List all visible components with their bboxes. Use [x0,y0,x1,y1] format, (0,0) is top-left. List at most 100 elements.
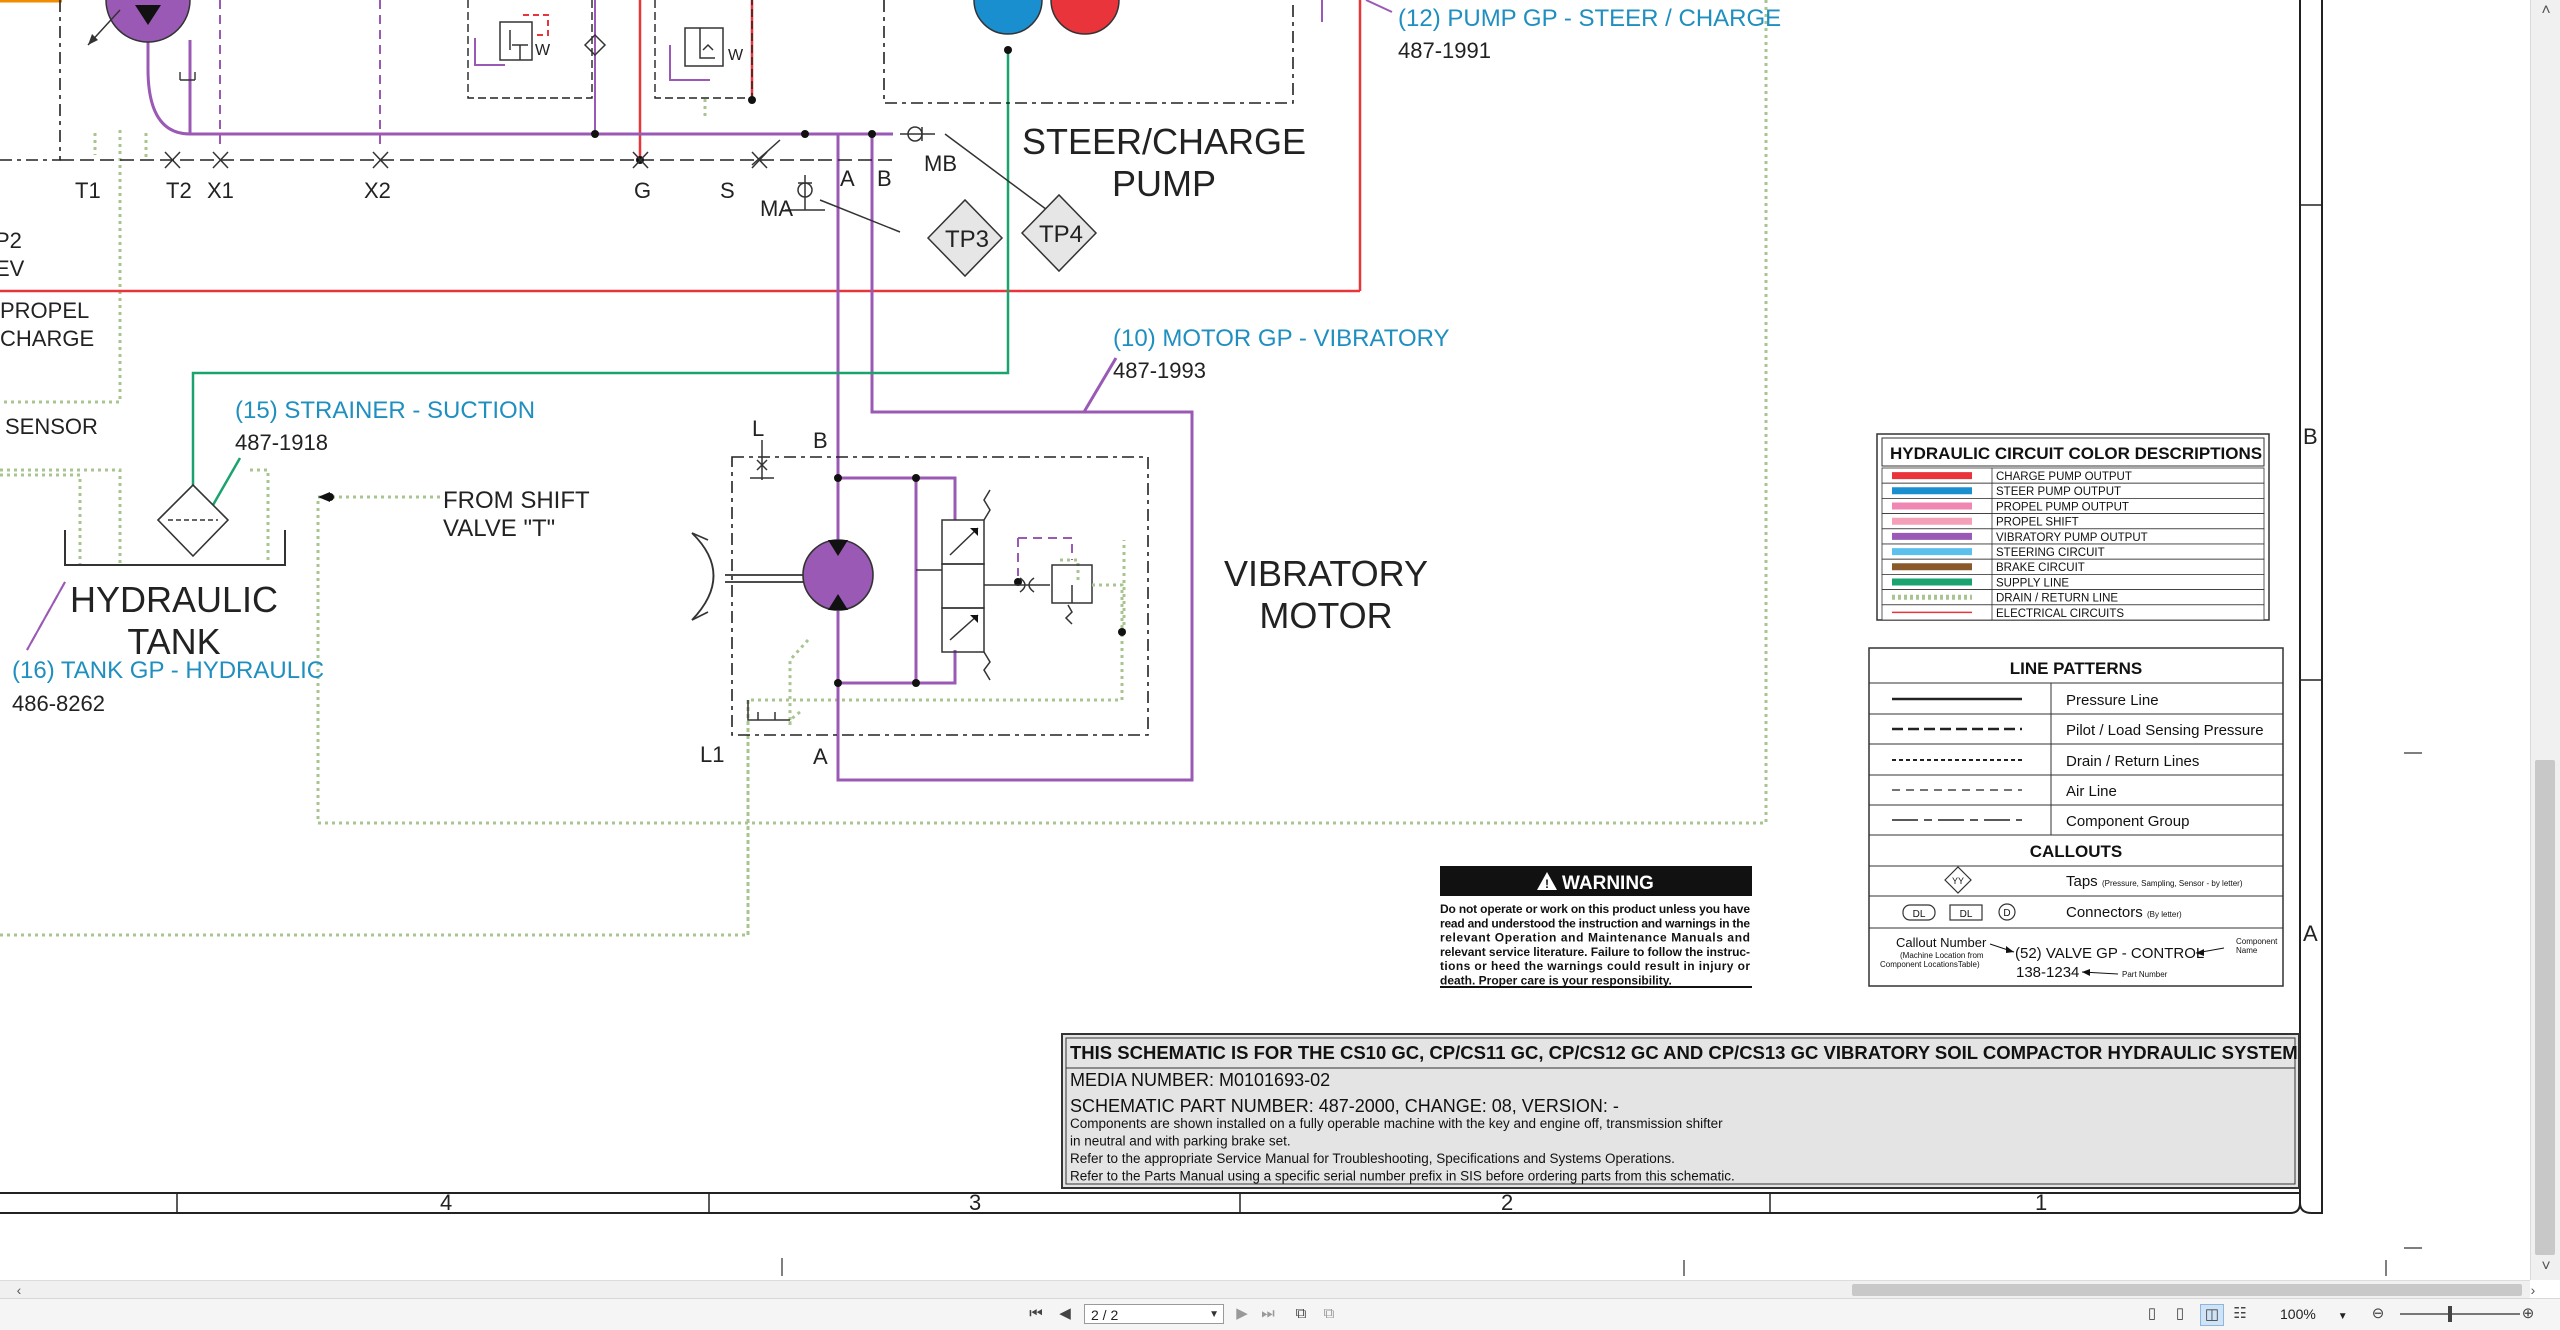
legend-label: SUPPLY LINE [1996,577,2069,589]
legend-label: ELECTRICAL CIRCUITS [1996,608,2124,620]
label-b: B [877,166,892,191]
scroll-left-icon[interactable]: ‹ [10,1281,28,1299]
zoom-slider[interactable] [2400,1313,2520,1315]
pattern-drain: Drain / Return Lines [2066,753,2199,770]
page-select[interactable]: 2 / 2 ▼ [1084,1304,1224,1324]
hydraulic-tank-title-2: TANK [127,621,220,662]
warning-box: ! WARNING Do not operate or work on this… [1440,866,1752,988]
zoom-select[interactable]: 100% ▼ [2280,1304,2360,1324]
connector-dl-1: DL [1913,909,1926,920]
spread-icon[interactable]: ☷ [2230,1304,2250,1324]
rotate-icon[interactable]: ⧉ [1318,1304,1340,1324]
label-p2: P2 [0,228,22,253]
legend-label: DRAIN / RETURN LINE [1996,593,2118,605]
callout-motor-gp-pn: 487-1993 [1113,358,1206,383]
connector-dl-2: DL [1960,909,1973,920]
taps-symbol-text: YY [1952,876,1964,886]
pattern-pilot: Pilot / Load Sensing Pressure [2066,722,2264,739]
single-page-icon[interactable]: ▯ [2142,1304,2162,1324]
horizontal-scrollbar[interactable]: ‹ › [0,1280,2535,1299]
label-s: S [720,178,735,203]
taps-note: (Pressure, Sampling, Sensor - by letter) [2102,879,2243,888]
page-select-value: 2 / 2 [1091,1307,1119,1323]
legend-label: PROPEL SHIFT [1996,517,2079,529]
title-note: Refer to the appropriate Service Manual … [1070,1151,1675,1166]
zoom-slider-knob[interactable] [2448,1306,2452,1322]
tap-tp4: TP4 [1039,221,1083,248]
callout-pump-gp: (12) PUMP GP - STEER / CHARGE [1398,5,1781,32]
color-legend-title: HYDRAULIC CIRCUIT COLOR DESCRIPTIONS [1890,444,2262,463]
legend-label: PROPEL PUMP OUTPUT [1996,501,2129,513]
border-row-a: A [2303,921,2318,946]
label-t2: T2 [166,178,192,203]
border-row-b: B [2303,424,2318,449]
vibratory-motor-title-1: VIBRATORY [1224,553,1428,594]
viewer-toolbar: ⏮ ◀ 2 / 2 ▼ ▶ ⏭ ⧉ ⧉ ▯ ▯ ◫ ☷ 100% ▼ ⊖ ⊕ [0,1298,2560,1330]
vertical-scroll-thumb[interactable] [2535,760,2555,1255]
line-patterns-title: LINE PATTERNS [2010,659,2143,678]
connector-d: D [2003,908,2010,919]
warning-line: relevant Operation and Maintenance Manua… [1440,931,1750,945]
warning-title: WARNING [1562,873,1654,894]
pattern-pressure: Pressure Line [2066,692,2159,709]
taps-label: Taps [2066,873,2098,890]
callouts-title: CALLOUTS [2030,842,2123,861]
title-part: SCHEMATIC PART NUMBER: 487-2000, CHANGE:… [1070,1096,1619,1116]
vibratory-motor-title-2: MOTOR [1259,595,1392,636]
border-col-2: 2 [1501,1190,1513,1215]
example-pn: 138-1234 [2016,964,2079,981]
from-shift-valve-1: FROM SHIFT [443,487,590,514]
example-name: (52) VALVE GP - CONTROL [2015,945,2204,962]
pattern-component-group: Component Group [2066,813,2189,830]
document-viewport[interactable]: 4 3 2 1 B A W W TP3 TP4 T1 T2 X1 X2 G S … [0,0,2530,1280]
title-note: Components are shown installed on a full… [1070,1116,1723,1131]
motor-port-a: A [813,744,828,769]
warning-line: read and understood the instruction and … [1440,916,1750,930]
warning-line: Do not operate or work on this product u… [1440,902,1750,916]
continuous-icon[interactable]: ▯ [2170,1304,2190,1324]
border-col-4: 4 [440,1190,452,1215]
border-col-1: 1 [2035,1190,2047,1215]
label-w2: W [728,47,744,64]
label-x1: X1 [207,178,234,203]
legend-label: STEERING CIRCUIT [1996,547,2105,559]
color-legend: HYDRAULIC CIRCUIT COLOR DESCRIPTIONS CHA… [1876,433,2270,621]
component-name-2: Name [2236,946,2258,955]
legend-label: CHARGE PUMP OUTPUT [1996,471,2132,483]
label-g: G [634,178,651,203]
scroll-up-icon[interactable]: ˄ [2531,0,2560,22]
zoom-value: 100% [2280,1306,2316,1322]
legend-label: BRAKE CIRCUIT [1996,562,2085,574]
zoom-in-icon[interactable]: ⊕ [2518,1304,2538,1324]
horizontal-scroll-thumb[interactable] [1852,1284,2522,1296]
vertical-scrollbar[interactable]: ˄ ˅ [2530,0,2560,1280]
label-w1: W [535,42,551,59]
label-propel: PROPEL [0,298,89,323]
steer-charge-pump-title-1: STEER/CHARGE [1022,121,1306,162]
callout-strainer: (15) STRAINER - SUCTION [235,397,535,424]
first-page-icon[interactable]: ⏮ [1026,1304,1046,1324]
fit-icon[interactable]: ⧉ [1290,1304,1312,1324]
warning-line: relevant service literature. Failure to … [1440,945,1750,959]
next-page-icon[interactable]: ▶ [1232,1304,1252,1324]
scroll-down-icon[interactable]: ˅ [2531,1256,2560,1278]
zoom-out-icon[interactable]: ⊖ [2368,1304,2388,1324]
chevron-down-icon: ▼ [2337,1311,2348,1322]
connectors-note: (By letter) [2147,910,2182,919]
two-page-icon[interactable]: ◫ [2200,1304,2224,1326]
last-page-icon[interactable]: ⏭ [1258,1304,1278,1324]
callout-number-note-1: (Machine Location from [1900,951,1984,960]
title-note: Refer to the Parts Manual using a specif… [1070,1169,1735,1184]
motor-port-l: L [752,416,764,441]
scroll-right-icon[interactable]: › [2524,1281,2542,1299]
callout-number-label: Callout Number [1896,935,1987,950]
prev-page-icon[interactable]: ◀ [1055,1304,1075,1324]
border-col-3: 3 [969,1190,981,1215]
label-t1: T1 [75,178,101,203]
callout-motor-gp: (10) MOTOR GP - VIBRATORY [1113,325,1450,352]
schematic-page: 4 3 2 1 B A W W TP3 TP4 T1 T2 X1 X2 G S … [0,0,2422,1276]
pattern-air: Air Line [2066,783,2117,800]
label-sensor: SENSOR [5,414,98,439]
title-block: THIS SCHEMATIC IS FOR THE CS10 GC, CP/CS… [1061,1033,2300,1189]
label-ev: EV [0,256,25,281]
